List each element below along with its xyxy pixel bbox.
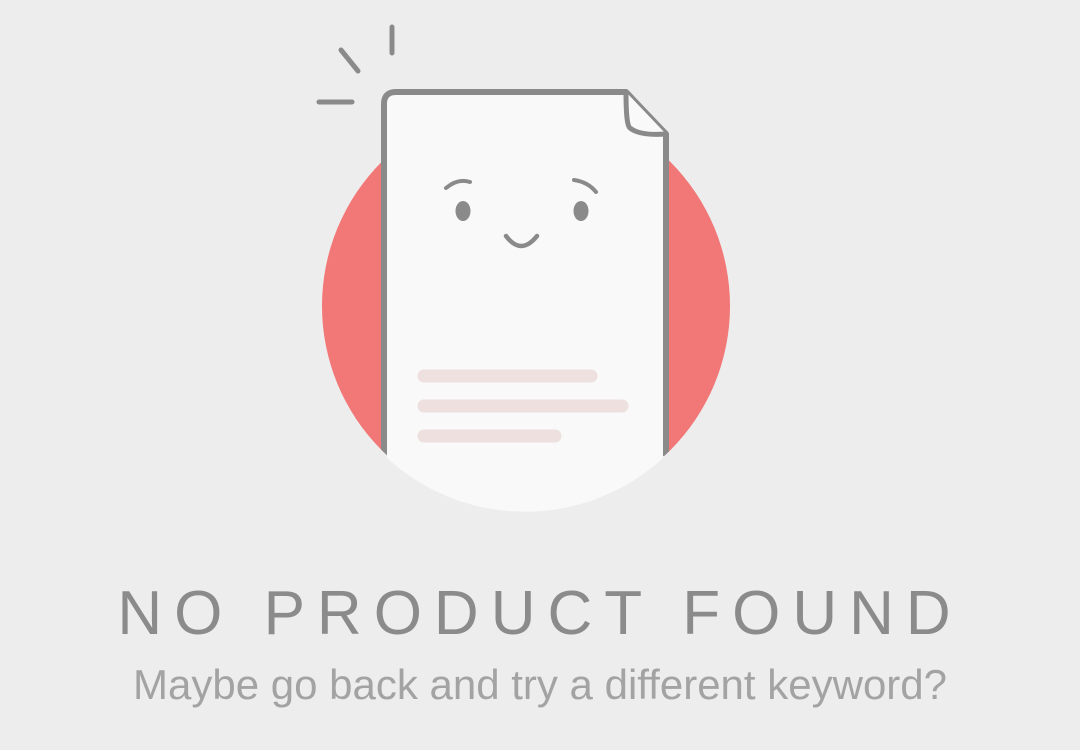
empty-state-message: Maybe go back and try a different keywor… xyxy=(132,661,948,708)
sad-document-icon xyxy=(316,24,730,512)
empty-state-title: NO PRODUCT FOUND xyxy=(117,579,963,648)
document-lower xyxy=(387,455,663,512)
spark-lines xyxy=(316,24,395,105)
empty-state-page: NO PRODUCT FOUND Maybe go back and try a… xyxy=(0,0,1080,750)
